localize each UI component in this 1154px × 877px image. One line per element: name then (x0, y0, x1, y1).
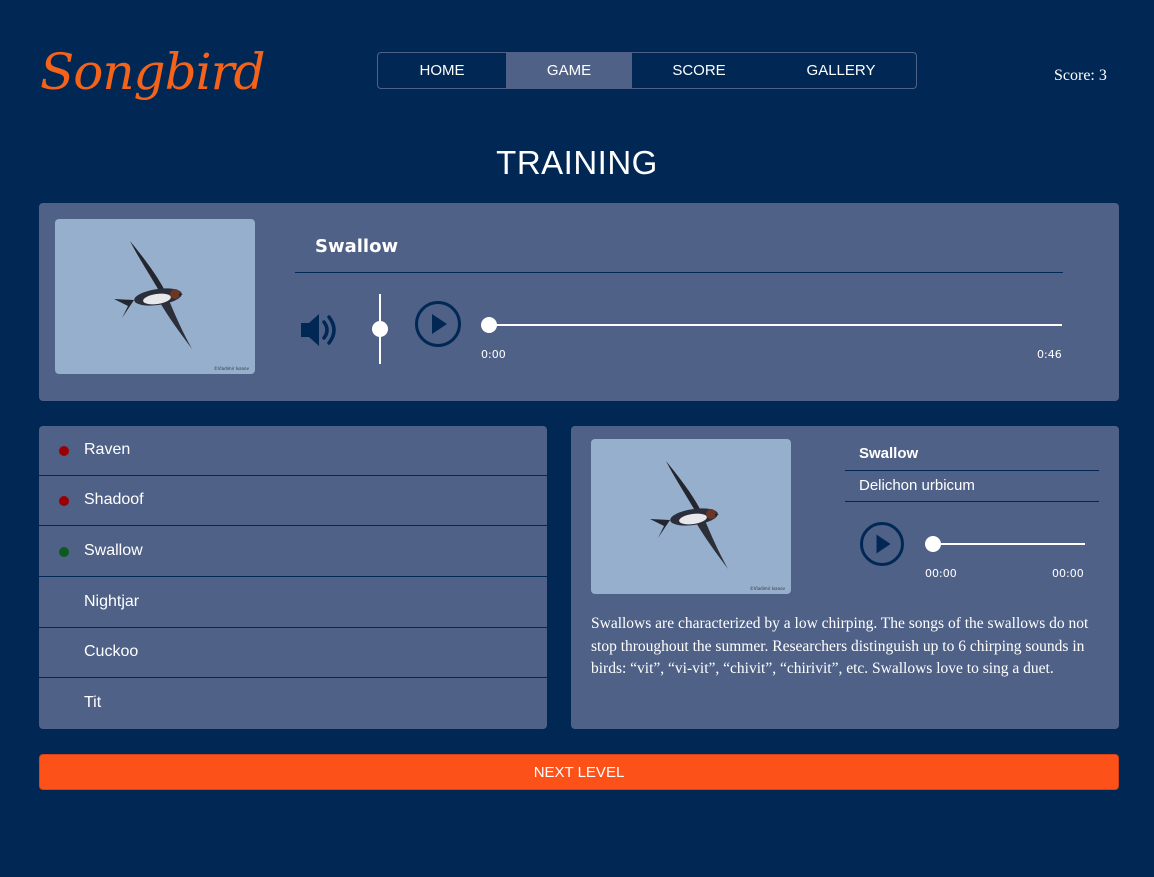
nav-score[interactable]: SCORE (632, 53, 766, 88)
answer-list: Raven Shadoof Swallow Nightjar Cuckoo Ti… (39, 426, 547, 729)
answer-option[interactable]: Cuckoo (39, 628, 547, 678)
bird-photo: ©Vladimir Ivanov (591, 439, 791, 594)
volume-slider-thumb[interactable] (372, 321, 388, 337)
play-icon[interactable] (414, 300, 462, 348)
bird-description: Swallows are characterized by a low chir… (591, 615, 1089, 677)
answer-option[interactable]: Shadoof (39, 476, 547, 526)
info-divider (845, 470, 1099, 471)
total-time: 00:00 (1052, 567, 1084, 580)
nav-game[interactable]: GAME (506, 53, 632, 88)
score-display: Score: 3 (1054, 67, 1107, 84)
info-latin-name: Delichon urbicum (859, 477, 975, 494)
main-nav: HOME GAME SCORE GALLERY (377, 52, 917, 89)
answer-label: Swallow (84, 542, 143, 559)
next-level-button[interactable]: NEXT LEVEL (39, 754, 1119, 790)
question-bird-name: Swallow (315, 236, 399, 257)
info-bird-name: Swallow (859, 445, 919, 462)
answer-label: Nightjar (84, 593, 140, 610)
total-time: 0:46 (1037, 348, 1062, 361)
play-icon[interactable] (859, 521, 905, 567)
progress-thumb[interactable] (481, 317, 497, 333)
answer-option[interactable]: Tit (39, 679, 547, 729)
bird-info-panel: ©Vladimir Ivanov Swallow Delichon urbicu… (571, 426, 1119, 729)
progress-bar[interactable] (933, 543, 1085, 545)
volume-icon[interactable] (299, 310, 339, 350)
logo[interactable]: Songbird (40, 40, 265, 104)
answer-option[interactable]: Raven (39, 426, 547, 476)
correct-indicator (59, 547, 69, 557)
answer-label: Cuckoo (84, 643, 139, 660)
wrong-indicator (59, 496, 69, 506)
section-title: TRAINING (496, 144, 658, 181)
wrong-indicator (59, 446, 69, 456)
answer-option[interactable]: Swallow (39, 527, 547, 577)
answer-option[interactable]: Nightjar (39, 578, 547, 628)
answer-label: Raven (84, 441, 131, 458)
player-divider (295, 272, 1063, 273)
progress-bar[interactable] (489, 324, 1062, 326)
nav-home[interactable]: HOME (378, 53, 506, 88)
info-divider (845, 501, 1099, 502)
bird-photo: ©Vladimir Ivanov (55, 219, 255, 374)
current-time: 0:00 (481, 348, 506, 361)
progress-thumb[interactable] (925, 536, 941, 552)
question-player-panel: ©Vladimir Ivanov Swallow 0:00 0:46 (39, 203, 1119, 401)
current-time: 00:00 (925, 567, 957, 580)
answer-label: Tit (84, 694, 102, 711)
nav-gallery[interactable]: GALLERY (766, 53, 916, 88)
answer-label: Shadoof (84, 491, 144, 508)
